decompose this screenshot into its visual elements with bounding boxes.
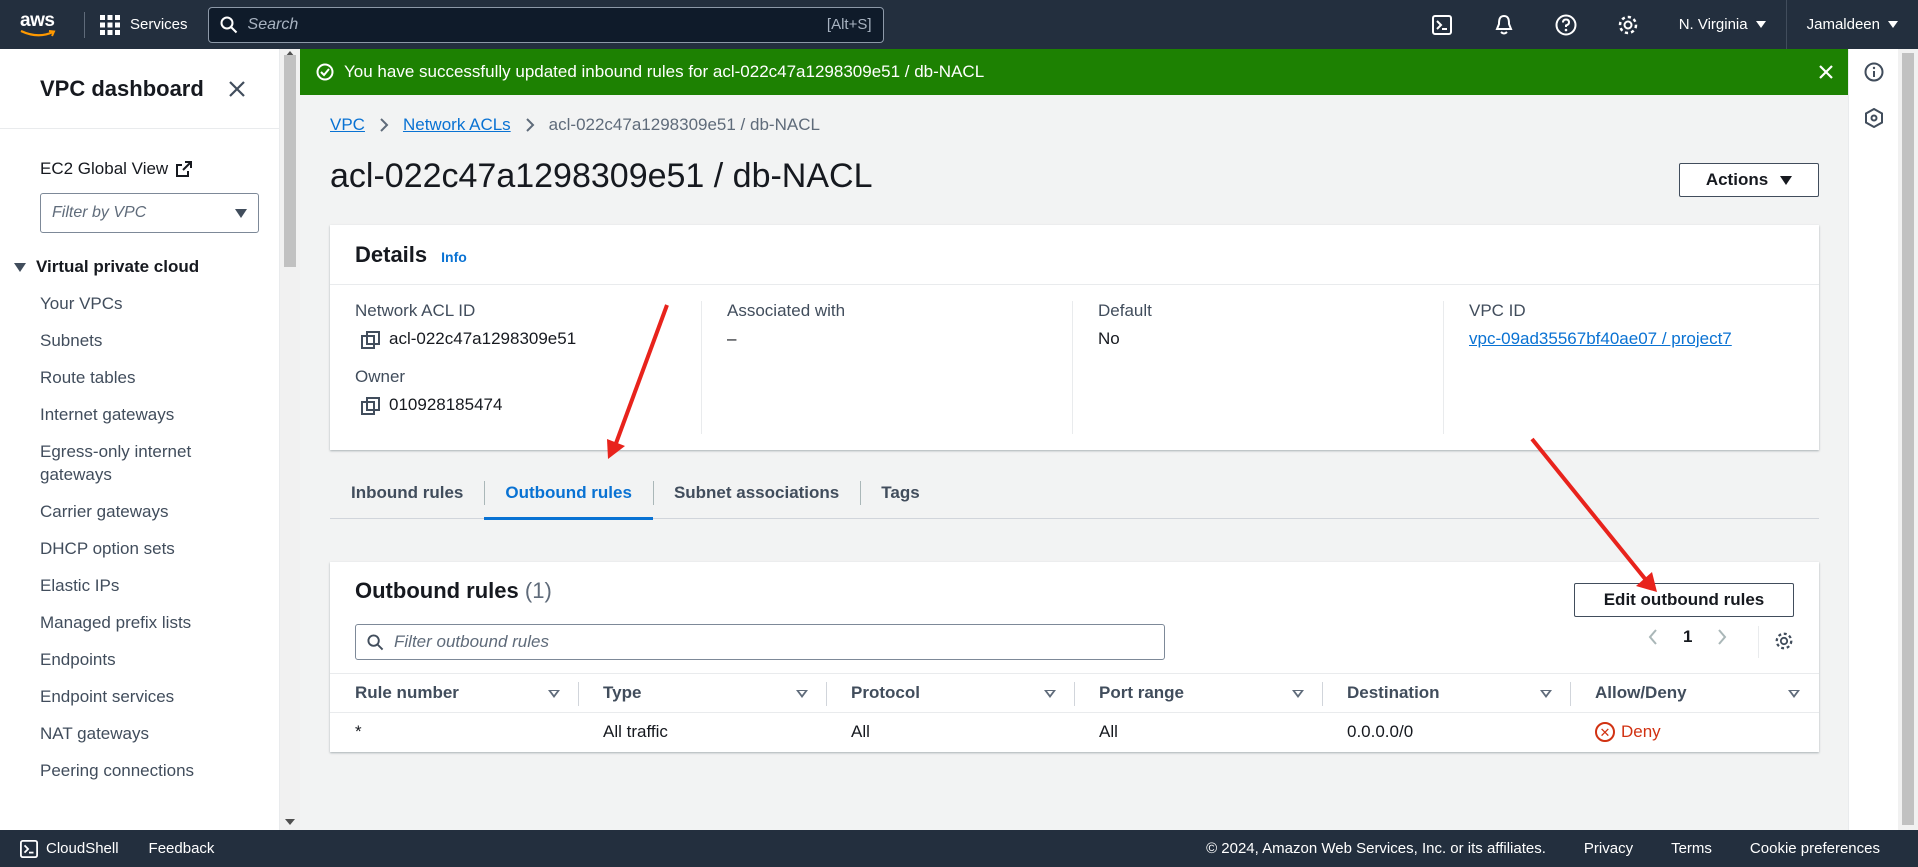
close-icon [229, 80, 245, 97]
close-sidebar-button[interactable] [217, 69, 257, 109]
page-scroll-thumb[interactable] [1902, 53, 1914, 825]
security-panel-button[interactable] [1849, 95, 1899, 141]
settings-button[interactable] [1597, 0, 1659, 49]
info-panel-button[interactable] [1849, 49, 1899, 95]
cloudshell-label: CloudShell [46, 840, 119, 857]
terminal-icon [20, 839, 38, 858]
privacy-link[interactable]: Privacy [1584, 840, 1633, 857]
sidebar-item-peering-connections[interactable]: Peering connections [0, 752, 279, 789]
help-button[interactable] [1535, 0, 1597, 49]
vpc-filter-select[interactable]: Filter by VPC [40, 193, 259, 233]
sidebar-section-vpc[interactable]: Virtual private cloud [0, 257, 279, 277]
feedback-link[interactable]: Feedback [149, 840, 215, 857]
external-link-icon [176, 161, 193, 177]
cloudshell-button[interactable] [1411, 0, 1473, 49]
sidebar-section-label: Virtual private cloud [36, 257, 200, 276]
terminal-icon [1431, 14, 1452, 35]
sidebar-item-elastic-ips[interactable]: Elastic IPs [0, 567, 279, 604]
sidebar-title[interactable]: VPC dashboard [40, 76, 217, 102]
scroll-down-arrow-icon[interactable] [285, 819, 295, 825]
account-menu[interactable]: Jamaldeen [1785, 0, 1918, 49]
sidebar-item-egress-only-internet-gateways[interactable]: Egress-only internet gateways [0, 433, 220, 493]
annotation-arrow-edit [1530, 437, 1648, 582]
annotation-arrow-tab [613, 304, 669, 447]
sidebar-item-endpoints[interactable]: Endpoints [0, 641, 279, 678]
services-label: Services [130, 16, 188, 33]
region-label: N. Virginia [1678, 16, 1748, 33]
vpc-filter-placeholder: Filter by VPC [52, 204, 147, 221]
nav-divider [84, 11, 85, 38]
global-search-input[interactable]: Search [Alt+S] [207, 6, 884, 43]
cookie-preferences-link[interactable]: Cookie preferences [1750, 840, 1880, 857]
right-utility-rail [1848, 49, 1898, 830]
footer: CloudShell Feedback © 2024, Amazon Web S… [0, 830, 1918, 867]
info-icon [1864, 62, 1884, 82]
sidebar-item-subnets[interactable]: Subnets [0, 322, 279, 359]
services-menu[interactable]: Services [100, 14, 188, 35]
annotation-arrows [607, 304, 1657, 592]
caret-down-icon [235, 208, 247, 218]
sidebar-scroll-thumb[interactable] [284, 55, 296, 267]
help-icon [1555, 14, 1577, 35]
gear-icon [1618, 15, 1637, 34]
bell-icon [1495, 14, 1513, 34]
sidebar-item-route-tables[interactable]: Route tables [0, 359, 279, 396]
sidebar-item-carrier-gateways[interactable]: Carrier gateways [0, 493, 279, 530]
top-navigation: aws Services Search [Alt+S] N. Virginia [0, 0, 1918, 49]
region-selector[interactable]: N. Virginia [1659, 0, 1786, 49]
cloudshell-footer-button[interactable]: CloudShell [20, 839, 119, 858]
aws-logo[interactable]: aws [20, 9, 80, 38]
annotation-arrowhead-edit [1636, 572, 1657, 592]
hexagon-icon [1865, 108, 1883, 128]
user-name: Jamaldeen [1806, 16, 1880, 33]
sidebar-item-endpoint-services[interactable]: Endpoint services [0, 678, 279, 715]
expand-caret-icon [14, 262, 26, 272]
sidebar-item-your-vpcs[interactable]: Your VPCs [0, 285, 279, 322]
sidebar-item-nat-gateways[interactable]: NAT gateways [0, 715, 279, 752]
search-placeholder: Search [247, 15, 299, 33]
copyright-text: © 2024, Amazon Web Services, Inc. or its… [1206, 840, 1546, 857]
sidebar: VPC dashboard EC2 Global View Filter by … [0, 49, 280, 830]
ec2-global-view-label: EC2 Global View [40, 159, 169, 178]
sidebar-item-managed-prefix-lists[interactable]: Managed prefix lists [0, 604, 279, 641]
search-shortcut: [Alt+S] [826, 16, 872, 33]
ec2-global-view-link[interactable]: EC2 Global View [0, 159, 279, 179]
sidebar-scrollbar[interactable] [280, 49, 300, 830]
main-content: You have successfully updated inbound ru… [300, 49, 1848, 830]
terms-link[interactable]: Terms [1671, 840, 1712, 857]
sidebar-item-internet-gateways[interactable]: Internet gateways [0, 396, 279, 433]
notifications-button[interactable] [1473, 0, 1535, 49]
aws-smile-icon [20, 29, 56, 36]
page-scrollbar[interactable] [1898, 49, 1918, 830]
grid-icon [100, 14, 120, 35]
sidebar-item-dhcp-option-sets[interactable]: DHCP option sets [0, 530, 279, 567]
caret-down-icon [1888, 21, 1898, 28]
caret-down-icon [1755, 21, 1766, 28]
search-icon [220, 16, 237, 33]
aws-logo-text: aws [20, 9, 55, 31]
